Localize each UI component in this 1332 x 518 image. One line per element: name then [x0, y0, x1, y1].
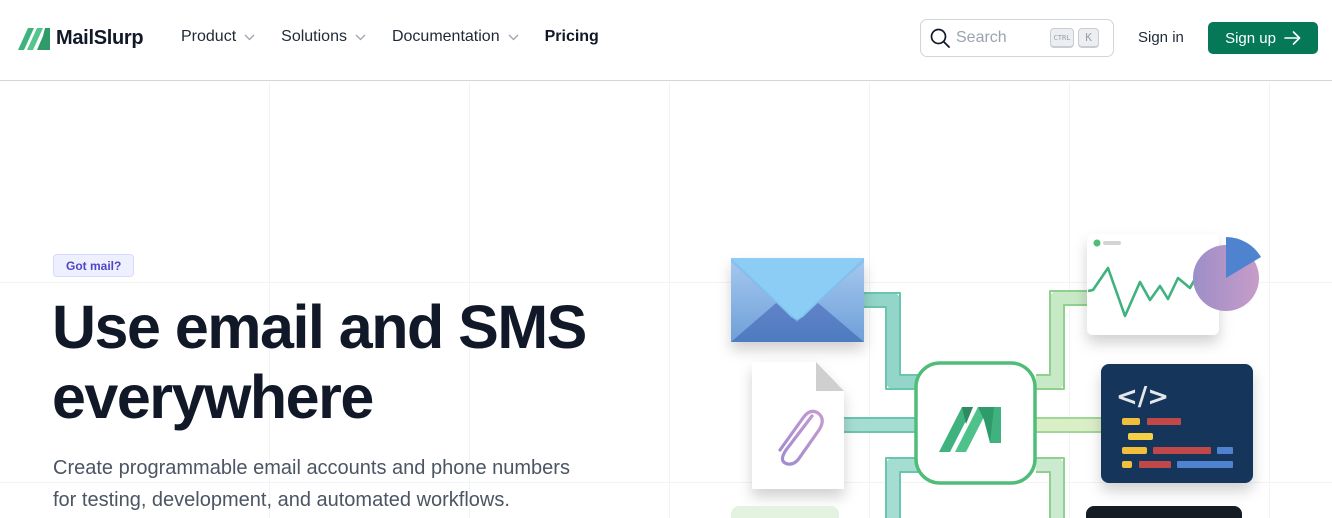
- nav-documentation[interactable]: Documentation: [392, 28, 519, 46]
- hero-subtitle: Create programmable email accounts and p…: [53, 452, 633, 516]
- nav-solutions[interactable]: Solutions: [281, 28, 366, 46]
- chevron-down-icon: [355, 34, 366, 40]
- kbd-k: K: [1078, 28, 1099, 48]
- search-icon: [930, 28, 950, 48]
- brand-logo-link[interactable]: MailSlurp: [18, 27, 144, 50]
- hero-title-line-2: everywhere: [52, 363, 374, 431]
- nav-pricing-label: Pricing: [544, 28, 599, 45]
- site-header: MailSlurp Product Solutions Documentatio…: [0, 0, 1332, 81]
- mailslurp-logo-icon: [18, 27, 50, 50]
- bottom-card-green: [731, 506, 839, 518]
- hero-title: Use email and SMS everywhere: [52, 292, 672, 432]
- hero-subtitle-line-1: Create programmable email accounts and p…: [53, 457, 570, 479]
- sign-in-link[interactable]: Sign in: [1138, 29, 1184, 46]
- arrow-right-icon: [1284, 31, 1301, 45]
- nav-pricing[interactable]: Pricing: [545, 28, 599, 46]
- nav-product[interactable]: Product: [181, 28, 255, 46]
- hero-badge: Got mail?: [53, 254, 135, 277]
- grid-line: [1269, 82, 1270, 518]
- mailslurp-hub-icon: [914, 361, 1037, 485]
- nav-product-label: Product: [181, 28, 237, 45]
- code-editor-icon: </>: [1101, 364, 1253, 483]
- search-button[interactable]: Search CTRL K: [920, 19, 1114, 57]
- nav-documentation-label: Documentation: [391, 28, 500, 45]
- hero-title-line-1: Use email and SMS: [52, 293, 587, 361]
- code-symbol: </>: [1116, 382, 1169, 412]
- search-placeholder: Search: [956, 29, 1007, 46]
- hero-subtitle-line-2: for testing, development, and automated …: [53, 489, 510, 511]
- main-nav: Product Solutions Documentation Pricing: [181, 28, 625, 46]
- chevron-down-icon: [244, 34, 255, 40]
- kbd-ctrl: CTRL: [1050, 28, 1074, 48]
- bottom-card-dark: [1086, 506, 1242, 518]
- envelope-icon: [731, 258, 864, 342]
- nav-solutions-label: Solutions: [281, 28, 347, 45]
- sign-up-button[interactable]: Sign up: [1208, 22, 1318, 54]
- chevron-down-icon: [508, 34, 519, 40]
- sign-up-label: Sign up: [1225, 29, 1276, 47]
- brand-name: MailSlurp: [56, 27, 144, 49]
- analytics-chart-icon: [1087, 234, 1261, 335]
